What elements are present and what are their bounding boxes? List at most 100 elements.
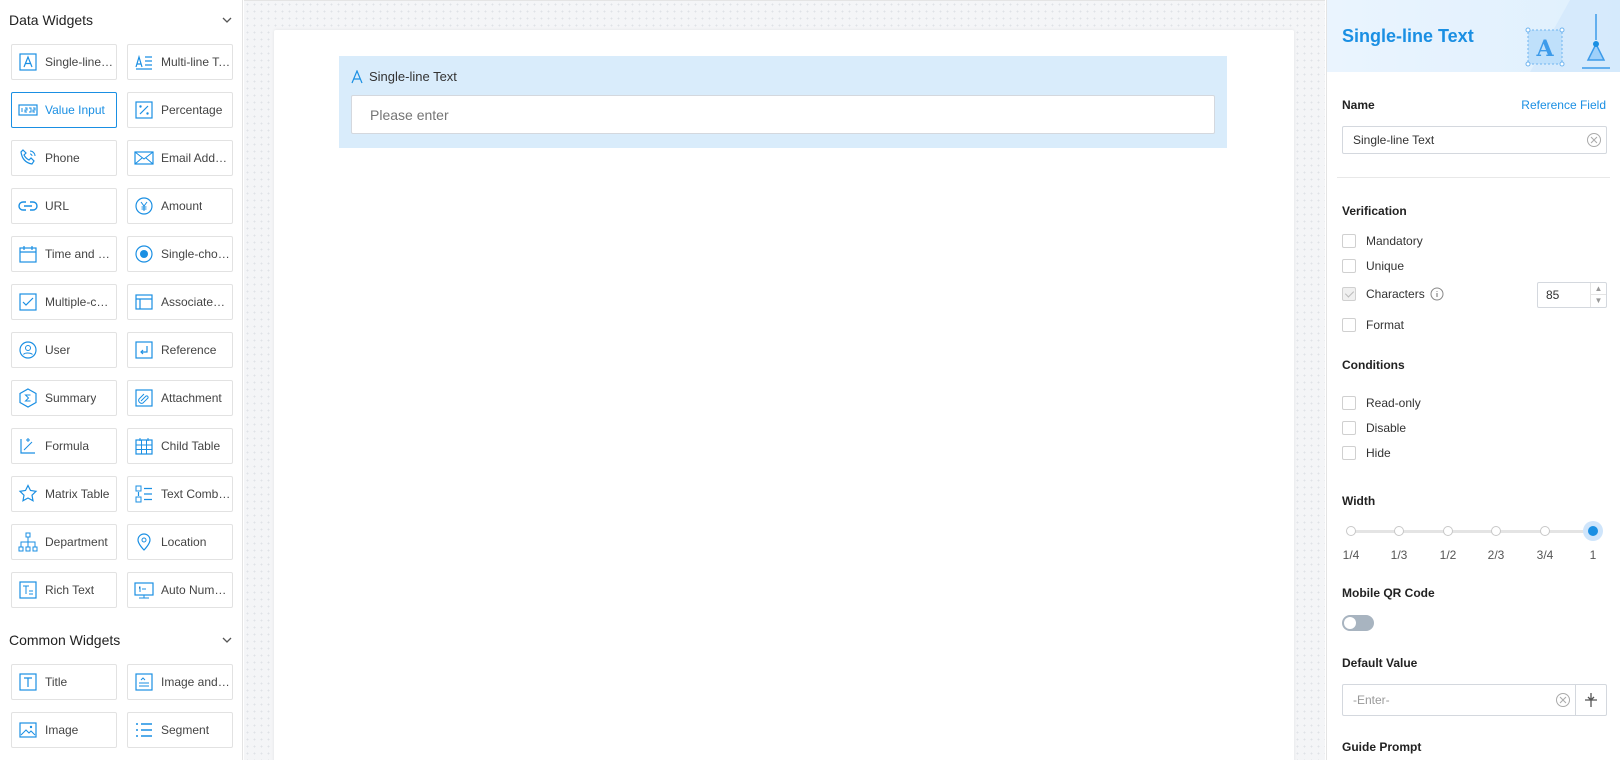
widget-label: Associated Form — [161, 295, 231, 309]
widget-attachment[interactable]: Attachment — [127, 380, 233, 416]
widget-phone[interactable]: Phone — [11, 140, 117, 176]
text-widget-illustration-icon: A — [1525, 0, 1620, 72]
default-value-picker-button[interactable] — [1575, 685, 1606, 715]
widget-email-address[interactable]: Email Address — [127, 140, 233, 176]
unique-checkbox[interactable]: Unique — [1342, 259, 1404, 273]
reference-field-link[interactable]: Reference Field — [1521, 98, 1606, 112]
image-text-icon — [135, 673, 153, 691]
form-canvas: Single-line Text — [244, 0, 1325, 760]
field-label-text: Single-line Text — [369, 69, 457, 84]
widget-label: Text Combination — [161, 487, 231, 501]
disable-label: Disable — [1366, 421, 1407, 435]
widget-multi-line-text[interactable]: Multi-line Text — [127, 44, 233, 80]
slider-stop[interactable] — [1540, 526, 1550, 536]
matrix-table-icon — [18, 484, 38, 502]
properties-title: Single-line Text — [1342, 26, 1474, 46]
widget-label: URL — [45, 199, 70, 213]
email-icon — [134, 151, 154, 165]
checkbox[interactable] — [1342, 259, 1356, 273]
widget-label: Reference — [161, 343, 217, 357]
read-only-checkbox[interactable]: Read-only — [1342, 396, 1421, 410]
checkbox-checked[interactable] — [1342, 287, 1356, 301]
slider-handle[interactable] — [1583, 521, 1603, 541]
slider-stop[interactable] — [1491, 526, 1501, 536]
widget-percentage[interactable]: Percentage — [127, 92, 233, 128]
slider-stop[interactable] — [1346, 526, 1356, 536]
default-value-input[interactable]: -Enter- — [1343, 685, 1575, 715]
widget-label: Multi-line Text — [161, 55, 231, 69]
properties-panel: Single-line Text A Name Reference Field … — [1326, 0, 1620, 760]
widget-image[interactable]: Image — [11, 712, 117, 748]
widget-amount[interactable]: Amount — [127, 188, 233, 224]
chevron-down-icon[interactable]: ▼ — [1591, 295, 1606, 307]
chevron-down-icon[interactable] — [220, 13, 234, 27]
characters-checkbox[interactable]: Characters — [1342, 287, 1444, 301]
value-input-icon — [18, 104, 38, 116]
slider-stop[interactable] — [1443, 526, 1453, 536]
disable-checkbox[interactable]: Disable — [1342, 421, 1406, 435]
slider-stop[interactable] — [1394, 526, 1404, 536]
widget-label: Percentage — [161, 103, 223, 117]
checkbox[interactable] — [1342, 446, 1356, 460]
location-icon — [137, 533, 151, 551]
field-preview-input[interactable] — [351, 95, 1215, 134]
clear-icon[interactable] — [1555, 692, 1571, 708]
format-label: Format — [1366, 318, 1405, 332]
widget-summary[interactable]: Summary — [11, 380, 117, 416]
format-checkbox[interactable]: Format — [1342, 318, 1404, 332]
width-slider[interactable]: 1/4 1/3 1/2 2/3 3/4 1 — [1343, 521, 1603, 564]
widget-associated-form[interactable]: Associated Form — [127, 284, 233, 320]
widget-value-input[interactable]: Value Input — [11, 92, 117, 128]
characters-number-input[interactable]: 85 ▲ ▼ — [1537, 282, 1607, 308]
pin-icon — [1585, 693, 1597, 707]
checkbox-icon — [19, 293, 37, 311]
hide-checkbox[interactable]: Hide — [1342, 446, 1391, 460]
widget-label: Amount — [161, 199, 203, 213]
divider — [1337, 177, 1610, 178]
checkbox[interactable] — [1342, 421, 1356, 435]
widget-label: Title — [45, 675, 68, 689]
name-input[interactable]: Single-line Text — [1342, 126, 1607, 154]
chevron-down-icon[interactable] — [220, 633, 234, 647]
data-widgets-grid: Single-line Text Multi-line Text Value Inp… — [0, 40, 242, 612]
verification-title: Verification — [1342, 204, 1407, 218]
widget-time-and-date[interactable]: Time and Date — [11, 236, 117, 272]
data-widgets-header[interactable]: Data Widgets — [0, 0, 242, 40]
selected-field-card[interactable]: Single-line Text — [339, 56, 1227, 148]
widget-user[interactable]: User — [11, 332, 117, 368]
widget-url[interactable]: URL — [11, 188, 117, 224]
widget-label: Rich Text — [45, 583, 95, 597]
widget-segment[interactable]: Segment — [127, 712, 233, 748]
widget-label: Email Address — [161, 151, 231, 165]
characters-label: Characters — [1366, 287, 1425, 301]
checkbox[interactable] — [1342, 234, 1356, 248]
widget-matrix-table[interactable]: Matrix Table — [11, 476, 117, 512]
widget-rich-text[interactable]: Rich Text — [11, 572, 117, 608]
formula-icon — [20, 438, 35, 454]
mandatory-checkbox[interactable]: Mandatory — [1342, 234, 1423, 248]
widget-text-combination[interactable]: Text Combination — [127, 476, 233, 512]
mobile-qr-toggle[interactable] — [1342, 615, 1374, 631]
chevron-up-icon[interactable]: ▲ — [1591, 283, 1606, 295]
name-section: Name Reference Field — [1342, 98, 1606, 118]
widget-child-table[interactable]: Child Table — [127, 428, 233, 464]
widget-image-and-text[interactable]: Image and Text — [127, 664, 233, 700]
checkbox[interactable] — [1342, 318, 1356, 332]
widget-multiple-choice[interactable]: Multiple-choice — [11, 284, 117, 320]
widget-department[interactable]: Department — [11, 524, 117, 560]
svg-text:A: A — [1535, 36, 1554, 62]
widget-single-line-text[interactable]: Single-line Text — [11, 44, 117, 80]
checkbox[interactable] — [1342, 396, 1356, 410]
characters-value: 85 — [1546, 288, 1560, 302]
widget-auto-number[interactable]: Auto Number — [127, 572, 233, 608]
clear-icon[interactable] — [1586, 132, 1602, 148]
widget-reference[interactable]: Reference — [127, 332, 233, 368]
common-widgets-header[interactable]: Common Widgets — [0, 620, 242, 660]
widget-single-choice[interactable]: Single-choice — [127, 236, 233, 272]
widget-formula[interactable]: Formula — [11, 428, 117, 464]
widget-title[interactable]: Title — [11, 664, 117, 700]
stepper[interactable]: ▲ ▼ — [1590, 283, 1606, 307]
widget-location[interactable]: Location — [127, 524, 233, 560]
info-icon — [1430, 287, 1444, 301]
widget-label: Child Table — [161, 439, 221, 453]
